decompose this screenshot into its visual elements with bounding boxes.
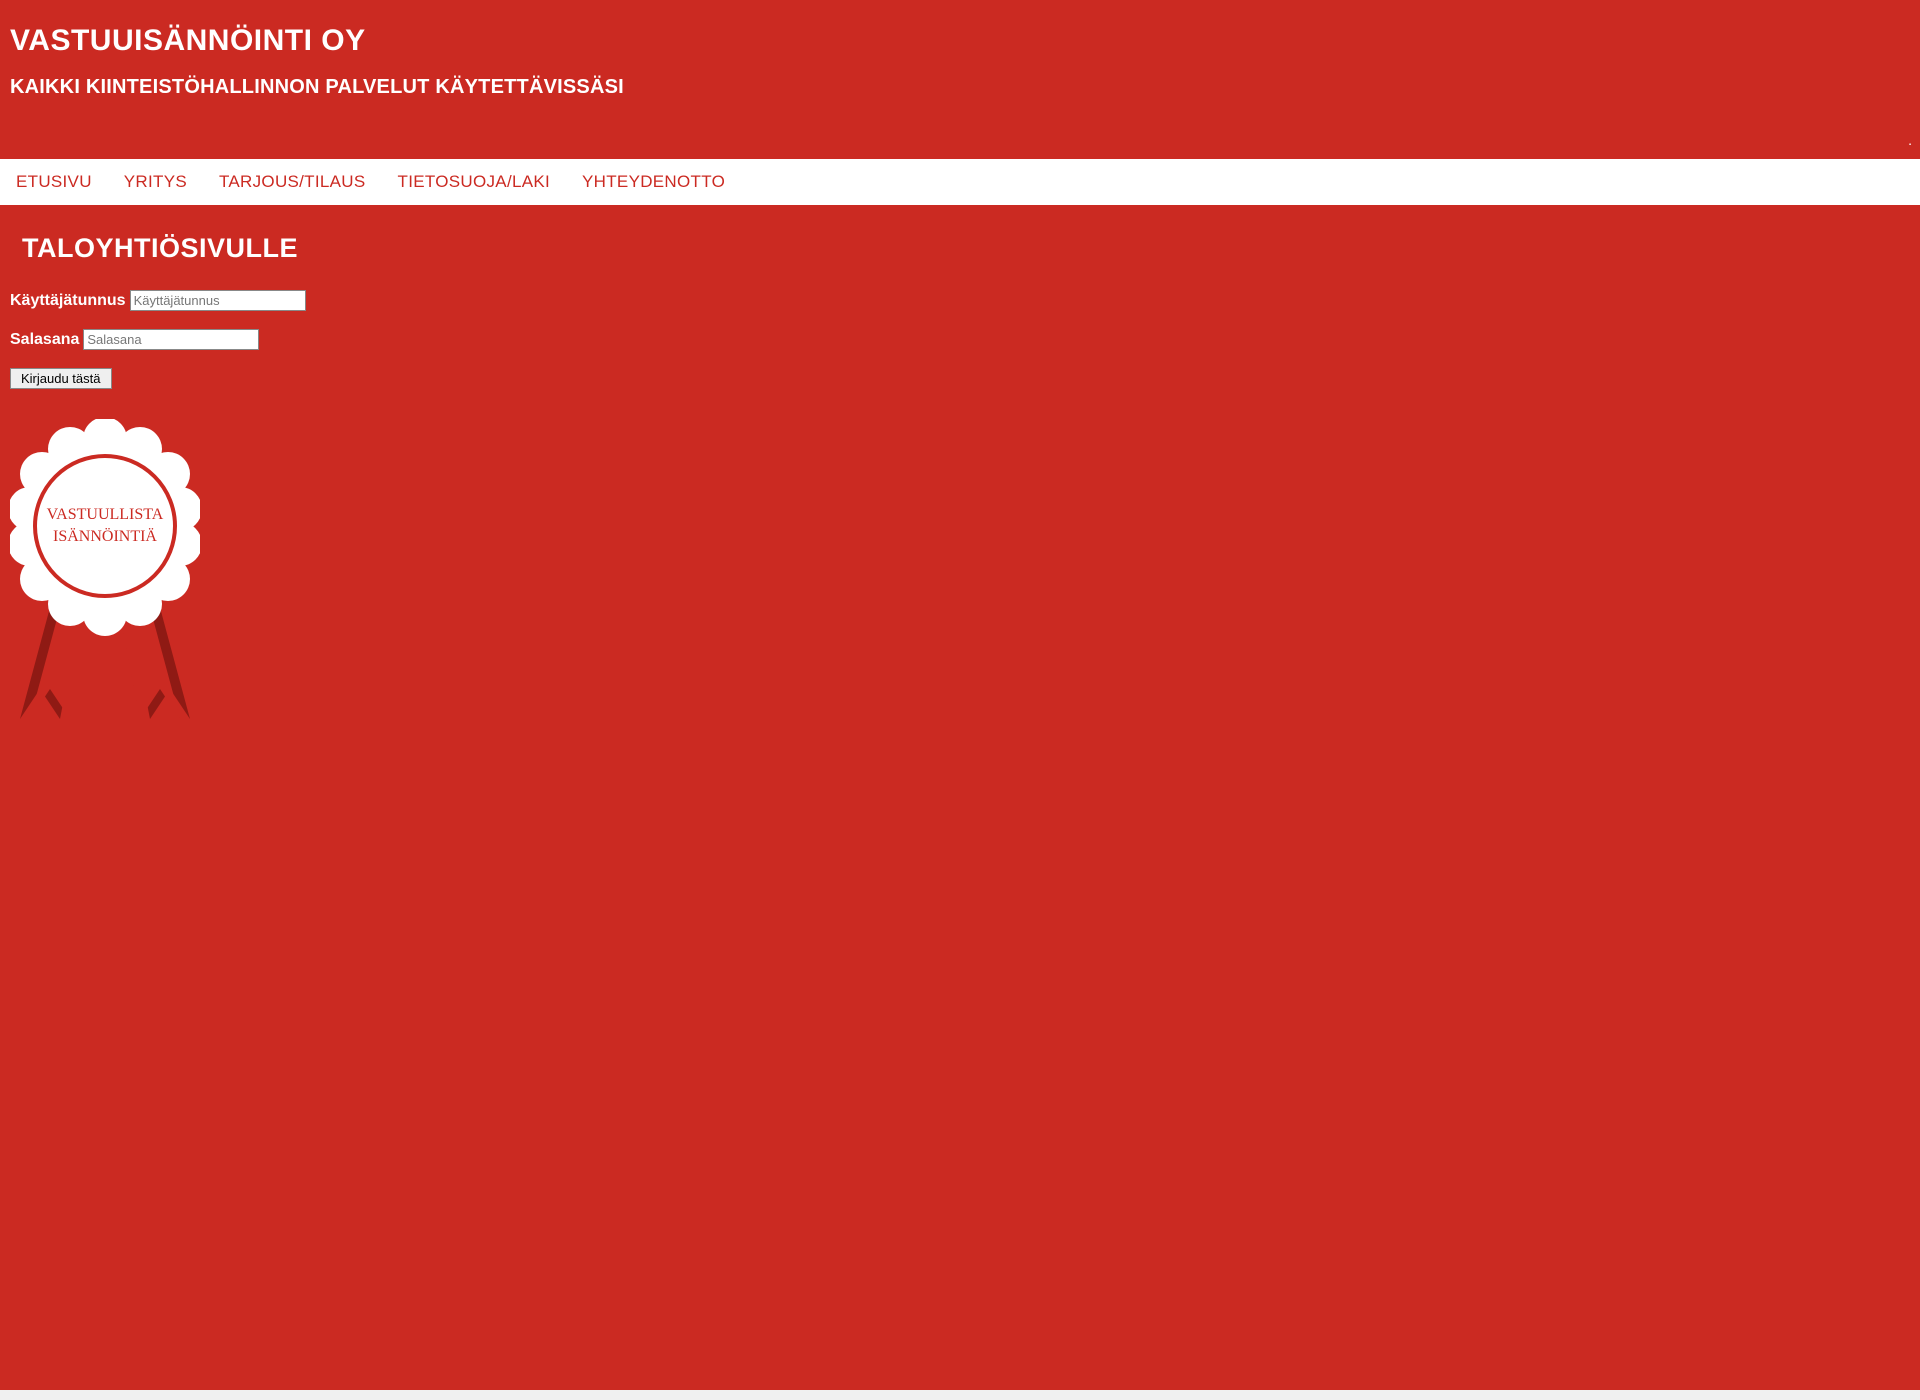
badge-text-line1: VASTUULLISTA <box>47 506 164 523</box>
nav-yhteydenotto[interactable]: YHTEYDENOTTO <box>566 172 741 192</box>
nav-etusivu[interactable]: ETUSIVU <box>0 172 108 192</box>
username-label: Käyttäjätunnus <box>10 292 126 310</box>
header-dot: . <box>1908 132 1912 148</box>
rosette-badge-icon: VASTUULLISTA ISÄNNÖINTIÄ <box>10 419 200 729</box>
main-nav: ETUSIVU YRITYS TARJOUS/TILAUS TIETOSUOJA… <box>0 159 1920 205</box>
login-button[interactable]: Kirjaudu tästä <box>10 368 112 389</box>
nav-tietosuoja-laki[interactable]: TIETOSUOJA/LAKI <box>382 172 567 192</box>
badge-container: VASTUULLISTA ISÄNNÖINTIÄ <box>10 419 1910 734</box>
nav-yritys[interactable]: YRITYS <box>108 172 203 192</box>
nav-tarjous-tilaus[interactable]: TARJOUS/TILAUS <box>203 172 382 192</box>
username-row: Käyttäjätunnus <box>10 290 1910 311</box>
site-title: VASTUUISÄNNÖINTI OY <box>10 24 1910 58</box>
password-row: Salasana <box>10 329 1910 350</box>
section-title: TALOYHTIÖSIVULLE <box>22 233 1910 264</box>
password-label: Salasana <box>10 331 79 349</box>
bottom-bar <box>0 1390 1920 1400</box>
main-content: TALOYHTIÖSIVULLE Käyttäjätunnus Salasana… <box>0 205 1920 744</box>
password-input[interactable] <box>83 329 259 350</box>
badge-text-line2: ISÄNNÖINTIÄ <box>53 527 157 545</box>
site-subtitle: KAIKKI KIINTEISTÖHALLINNON PALVELUT KÄYT… <box>10 76 1910 99</box>
username-input[interactable] <box>130 290 306 311</box>
page-header: VASTUUISÄNNÖINTI OY KAIKKI KIINTEISTÖHAL… <box>0 0 1920 159</box>
